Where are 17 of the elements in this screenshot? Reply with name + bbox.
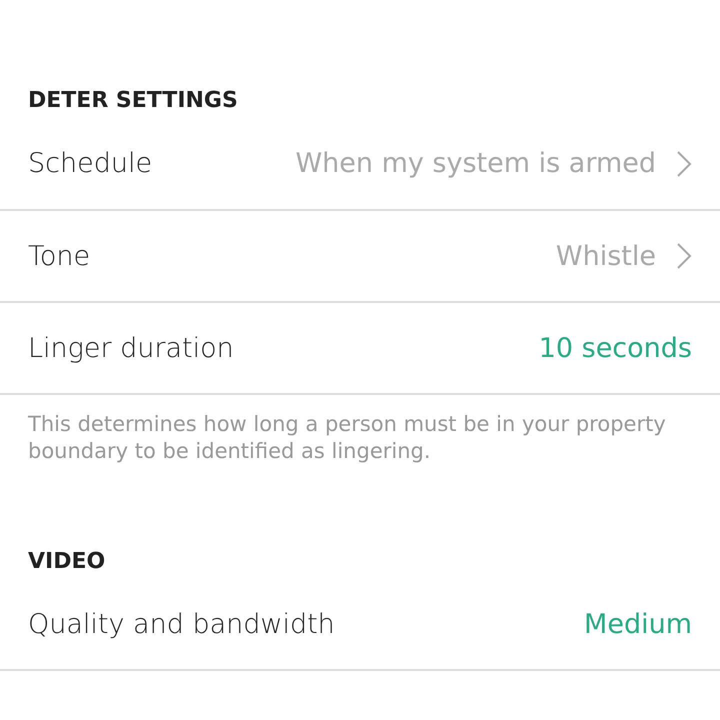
settings-row[interactable]: Schedule When my system is armed — [0, 118, 720, 211]
chevron-right-icon — [676, 150, 692, 178]
setting-value: Medium — [584, 608, 692, 640]
setting-label: Quality and bandwidth — [28, 608, 335, 640]
setting-value: 10 seconds — [538, 332, 692, 364]
setting-label: Tone — [28, 240, 90, 272]
help-text: This determines how long a person must be in your property boundary to be identified as lingering. — [27, 411, 667, 465]
settings-row[interactable]: Linger duration 10 seconds — [0, 303, 720, 395]
setting-value: Whistle — [556, 240, 656, 272]
setting-label: Linger duration — [28, 332, 234, 364]
section-header: VIDEO — [27, 548, 106, 576]
setting-value: When my system is armed — [295, 148, 656, 179]
setting-label: Schedule — [28, 148, 152, 179]
settings-row[interactable]: Quality and bandwidth Medium — [0, 579, 720, 671]
chevron-right-icon — [676, 242, 692, 270]
section-header: DETER SETTINGS — [27, 87, 239, 115]
settings-row[interactable]: Tone Whistle — [0, 211, 720, 303]
